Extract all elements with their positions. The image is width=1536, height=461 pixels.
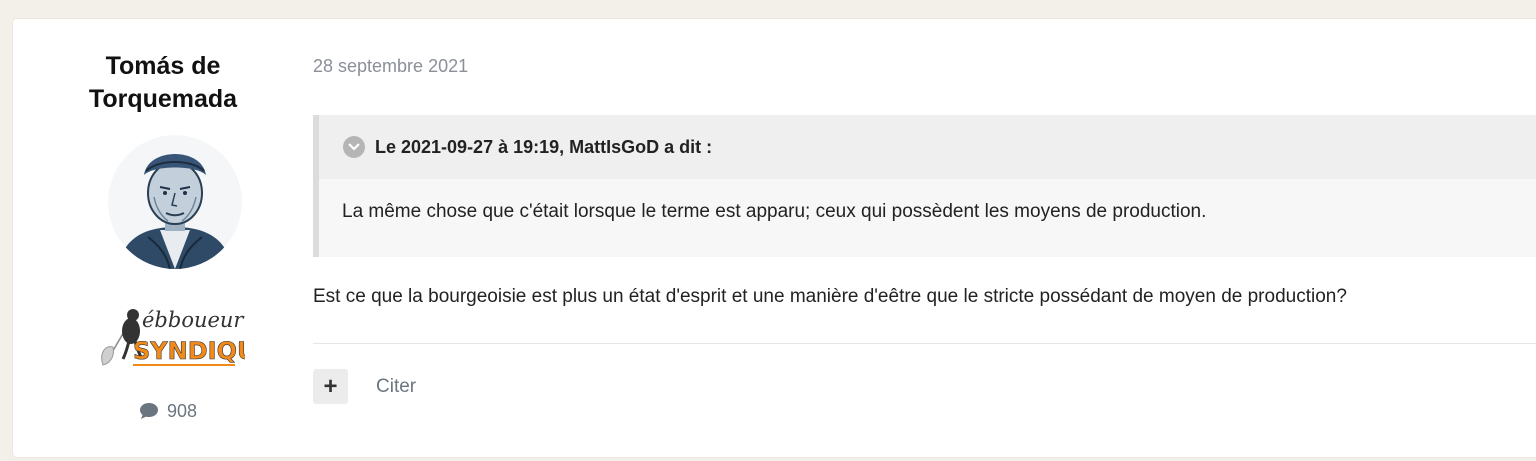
author-name[interactable]: Tomás de Torquemada [73,50,253,116]
post-date[interactable]: 28 septembre 2021 [313,56,468,77]
forum-post: Tomás de Torquemada ébboueur SYNDIQ 908 … [13,19,1536,457]
multiquote-add-button[interactable]: + [313,369,348,404]
chevron-down-icon[interactable] [343,136,365,158]
quote-button[interactable]: Citer [376,376,416,398]
avatar[interactable] [108,135,242,269]
post-count[interactable]: 908 [13,401,323,422]
quote-citation: Le 2021-09-27 à 19:19, MattIsGoD a dit : [375,136,713,157]
comment-icon [139,401,167,421]
quote-text: La même chose que c'était lorsque le ter… [342,201,1207,222]
quote-header[interactable]: Le 2021-09-27 à 19:19, MattIsGoD a dit : [319,115,1536,179]
quote-block: Le 2021-09-27 à 19:19, MattIsGoD a dit :… [313,115,1536,257]
divider [313,343,1536,344]
svg-text:SYNDIQUÉ: SYNDIQUÉ [133,336,245,365]
post-count-value: 908 [166,401,198,421]
post-actions: + Citer [313,369,416,404]
rank-badge: ébboueur SYNDIQUÉ [95,295,273,371]
post-body: Est ce que la bourgeoisie est plus un ét… [313,286,1347,307]
svg-text:ébboueur: ébboueur [142,308,245,332]
